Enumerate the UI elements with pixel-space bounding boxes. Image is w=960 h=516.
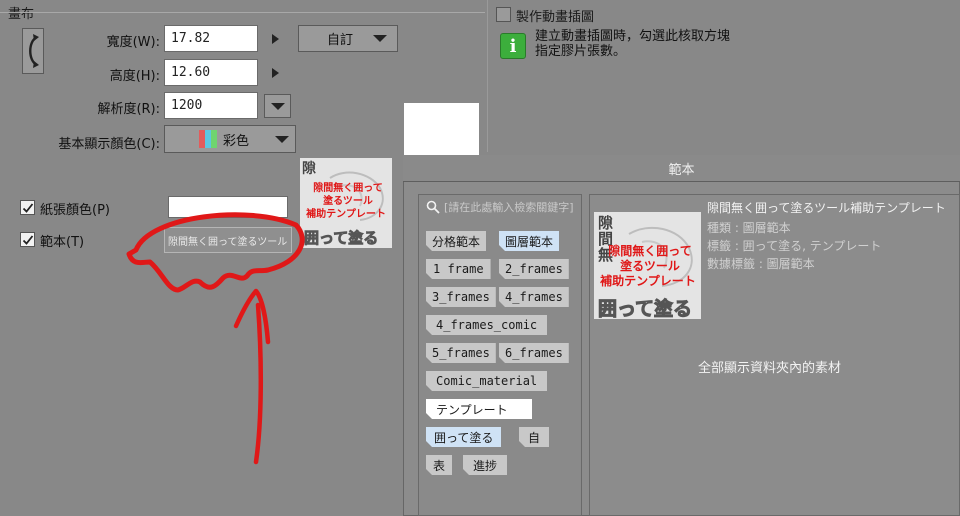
red-annotation-scribble bbox=[126, 212, 305, 465]
